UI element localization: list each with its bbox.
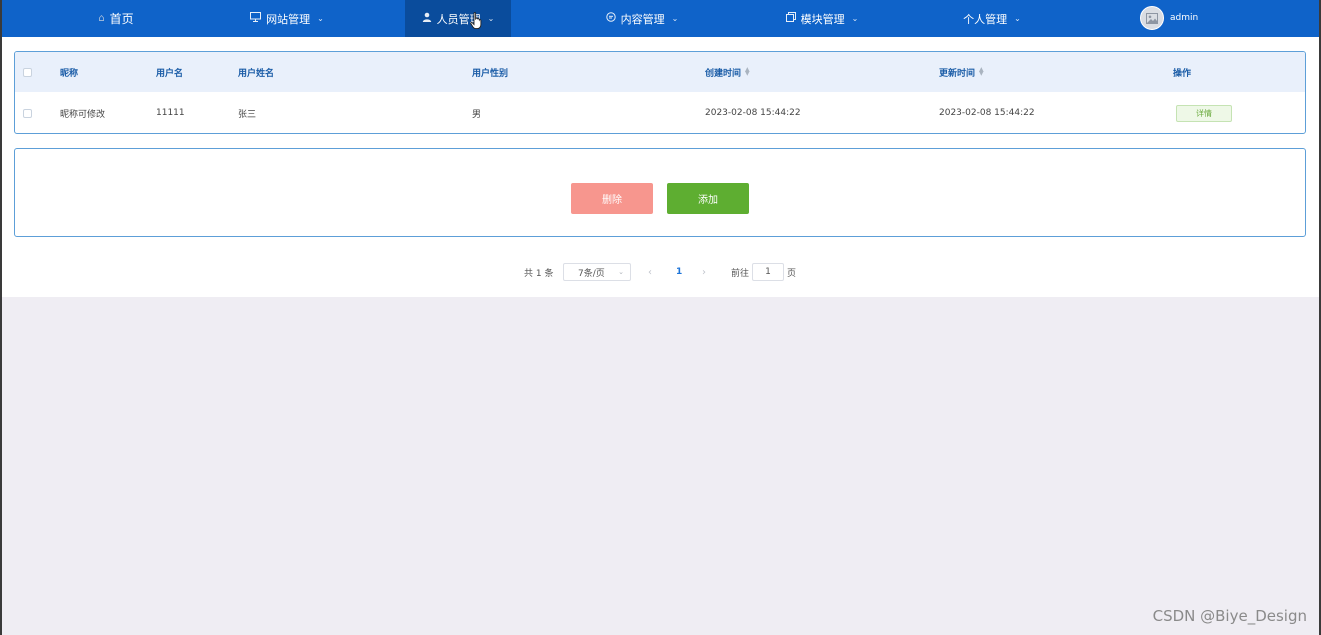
copy-icon (785, 12, 796, 25)
column-header-gender: 用户性别 (472, 68, 509, 79)
goto-label: 前往 (731, 268, 750, 279)
cell-username: 11111 (156, 108, 185, 118)
cell-nickname: 昵称可修改 (60, 109, 106, 120)
chat-icon (605, 12, 616, 25)
add-button[interactable]: 添加 (667, 183, 749, 214)
table-header: 昵称 用户名 用户姓名 用户性别 创建时间 ▲ ▼ 更新时间 ▲ ▼ 操作 (15, 52, 1305, 92)
column-header-label: 创建时间 (705, 68, 742, 79)
watermark: CSDN @Biye_Design (1152, 607, 1307, 625)
goto-page-value[interactable]: 1 (752, 263, 784, 281)
user-icon (422, 12, 432, 25)
main-content: 昵称 用户名 用户姓名 用户性别 创建时间 ▲ ▼ 更新时间 ▲ ▼ 操作 昵称可修… (2, 37, 1319, 297)
page-size-select[interactable]: 7条/页 ⌄ (563, 263, 631, 281)
page-unit-label: 页 (787, 268, 797, 279)
pagination: 共 1 条 7条/页 ⌄ ‹ 1 › 前往 1 页 (2, 263, 1319, 281)
detail-button[interactable]: 详情 (1176, 104, 1232, 122)
top-nav: ⌂ 首页 网站管理 ⌄ 人员管理 ⌄ 内容管理 ⌄ 模块管理 ⌄ 个人管理 ⌄ (2, 0, 1319, 37)
cell-action: 详情 (1176, 92, 1232, 133)
nav-item-label: 模块管理 (800, 12, 845, 26)
cell-gender: 男 (472, 109, 482, 120)
chevron-down-icon: ⌄ (487, 14, 495, 23)
column-header-created[interactable]: 创建时间 ▲ ▼ (705, 52, 750, 92)
page-size-value: 7条/页 (578, 268, 605, 279)
column-header-label: 更新时间 (939, 68, 976, 79)
chevron-down-icon: ⌄ (671, 14, 679, 23)
table-row: 昵称可修改 11111 张三 男 2023-02-08 15:44:22 202… (15, 92, 1305, 133)
sort-icon[interactable]: ▲ ▼ (745, 67, 750, 77)
chevron-down-icon: ⌄ (851, 14, 859, 23)
prev-page-icon[interactable]: ‹ (648, 263, 652, 281)
column-header-real-name: 用户姓名 (238, 68, 275, 79)
select-all-checkbox[interactable] (23, 52, 32, 92)
username-label: admin (1170, 13, 1199, 23)
chevron-down-icon: ⌄ (1014, 14, 1021, 23)
nav-item-personal[interactable]: 个人管理 ⌄ (942, 0, 1042, 37)
pagination-total: 共 1 条 (524, 268, 554, 279)
row-checkbox[interactable] (23, 92, 32, 133)
nav-item-personnel[interactable]: 人员管理 ⌄ (405, 0, 511, 37)
nav-item-website[interactable]: 网站管理 ⌄ (222, 0, 352, 37)
column-header-action: 操作 (1173, 68, 1192, 79)
next-page-icon[interactable]: › (702, 263, 706, 281)
chevron-down-icon: ⌄ (618, 268, 624, 276)
nav-item-label: 内容管理 (620, 12, 665, 26)
user-table: 昵称 用户名 用户姓名 用户性别 创建时间 ▲ ▼ 更新时间 ▲ ▼ 操作 昵称可修… (14, 51, 1306, 134)
cell-real-name: 张三 (238, 109, 257, 120)
hand-cursor-icon (470, 12, 482, 30)
column-header-updated[interactable]: 更新时间 ▲ ▼ (939, 52, 984, 92)
column-header-nickname: 昵称 (60, 68, 79, 79)
chevron-down-icon: ⌄ (317, 14, 324, 23)
cell-created: 2023-02-08 15:44:22 (705, 108, 801, 118)
user-menu[interactable]: admin (1140, 4, 1198, 32)
page-number-current[interactable]: 1 (676, 263, 682, 281)
nav-item-label: 首页 (109, 12, 134, 26)
home-icon: ⌂ (98, 13, 105, 24)
avatar-icon (1140, 6, 1164, 30)
delete-button[interactable]: 删除 (571, 183, 653, 214)
nav-item-home[interactable]: ⌂ 首页 (74, 0, 158, 37)
goto-page-input[interactable]: 1 (752, 263, 784, 281)
monitor-icon (250, 12, 262, 25)
column-header-username: 用户名 (156, 68, 184, 79)
nav-item-label: 网站管理 (266, 12, 311, 26)
nav-item-module[interactable]: 模块管理 ⌄ (762, 0, 882, 37)
nav-item-content[interactable]: 内容管理 ⌄ (582, 0, 702, 37)
sort-icon[interactable]: ▲ ▼ (979, 67, 984, 77)
action-panel: 删除 添加 (14, 148, 1306, 237)
cell-updated: 2023-02-08 15:44:22 (939, 108, 1035, 118)
nav-item-label: 个人管理 (963, 12, 1008, 26)
